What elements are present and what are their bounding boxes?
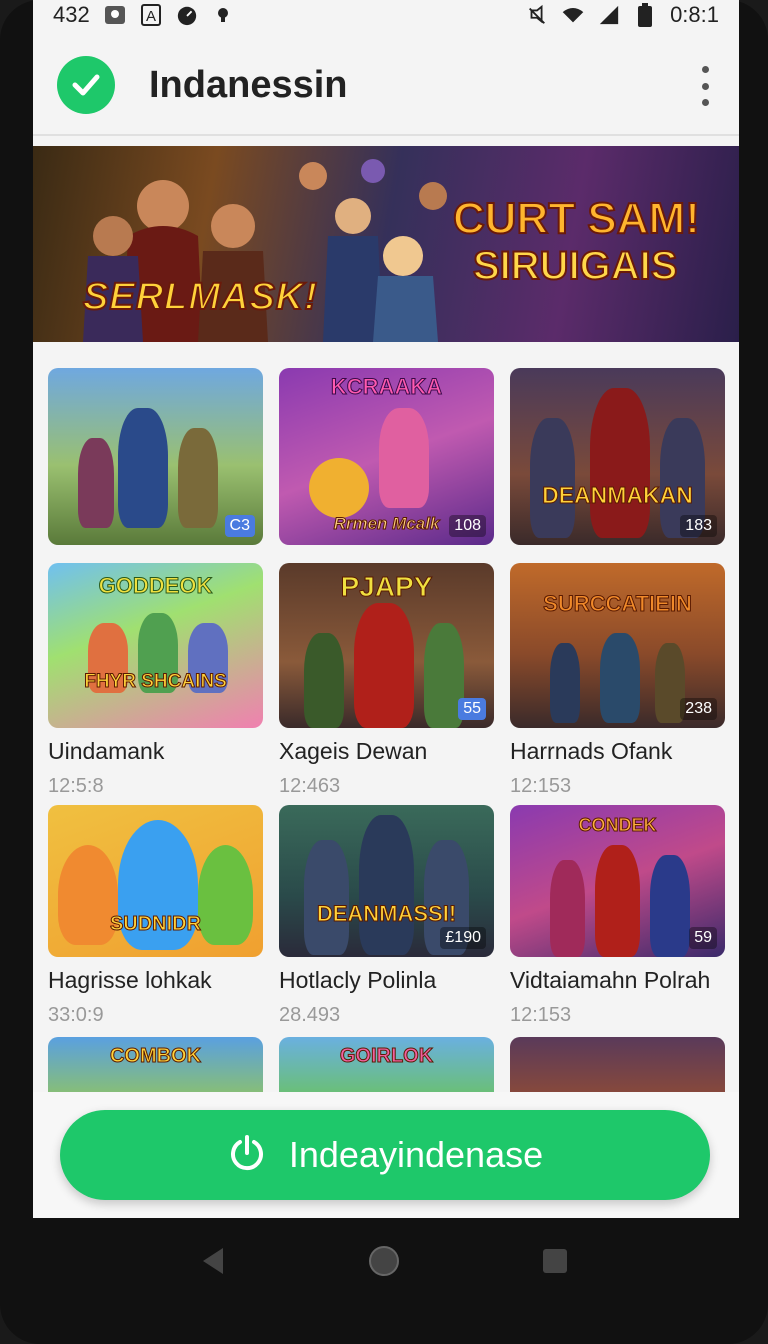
- card-art-title: PJAPY: [340, 571, 433, 603]
- game-thumbnail[interactable]: DEANMAKAN 183: [510, 368, 725, 545]
- battery-icon: [634, 3, 656, 27]
- game-thumbnail[interactable]: SURCCATIEIN 238: [510, 563, 725, 728]
- wifi-icon: [562, 4, 584, 26]
- card-title: Harrnads Ofank: [510, 738, 673, 764]
- card-title: Hagrisse lohkak: [48, 967, 212, 993]
- badge: 55: [458, 698, 486, 720]
- card-subtitle: 33:0:9: [48, 1004, 104, 1026]
- card-art-subtitle: FHYR SHCAINS: [84, 671, 228, 693]
- game-card[interactable]: DEANMASSI! £190 Hotlacly Polinla 28.493: [279, 805, 494, 1027]
- game-card[interactable]: PJAPY 55 Xageis Dewan 12:463: [279, 563, 494, 798]
- status-bar: 432 A 0:8:1: [33, 0, 739, 30]
- card-subtitle: 12:5:8: [48, 775, 104, 797]
- primary-action-label: Indeayindenase: [288, 1134, 544, 1175]
- system-nav-bar: [0, 1218, 768, 1308]
- game-thumbnail[interactable]: COMBOK: [48, 1037, 263, 1097]
- card-subtitle: 12:463: [279, 775, 341, 797]
- game-thumbnail[interactable]: C3: [48, 368, 263, 545]
- card-art-title: SURCCATIEIN: [543, 591, 693, 617]
- bottom-action-bar: Indeayindenase: [33, 1092, 739, 1218]
- game-card[interactable]: SUDNIDR Hagrisse lohkak 33:0:9: [48, 805, 263, 1027]
- card-art-title: GODDEOK: [98, 573, 213, 599]
- check-icon: [57, 56, 115, 114]
- signal-icon: [598, 4, 620, 26]
- game-card[interactable]: SURCCATIEIN 238 Harrnads Ofank 12:153: [510, 563, 725, 798]
- game-card[interactable]: [510, 1037, 725, 1097]
- game-card[interactable]: KCRAAKA Rrmen Mcalk 108: [279, 368, 494, 545]
- card-art-title: COMBOK: [109, 1045, 202, 1068]
- card-art-title: DEANMAKAN: [542, 482, 694, 509]
- card-subtitle: 12:153: [510, 775, 572, 797]
- back-icon[interactable]: [199, 1246, 227, 1281]
- app-bar: Indanessin: [33, 36, 739, 136]
- badge: 238: [680, 698, 717, 720]
- power-icon: [227, 1133, 267, 1178]
- game-thumbnail[interactable]: GOIRLOK: [279, 1037, 494, 1097]
- card-subtitle: 28.493: [279, 1004, 341, 1026]
- badge: 108: [449, 515, 486, 537]
- home-icon[interactable]: [367, 1244, 401, 1283]
- screen: 432 A 0:8:1 Indanessin SERLMASK! CURT SA…: [33, 0, 739, 1218]
- card-art-title: CONDEK: [578, 815, 657, 836]
- card-art-title: SUDNIDR: [109, 913, 202, 936]
- card-title: Hotlacly Polinla: [279, 967, 437, 993]
- app-title: Indanessin: [149, 63, 348, 106]
- recents-icon[interactable]: [541, 1247, 569, 1280]
- status-time: 0:8:1: [670, 2, 719, 27]
- banner-left-text: SERLMASK!: [82, 275, 318, 319]
- mute-icon: [526, 4, 548, 26]
- card-subtitle: 12:153: [510, 1004, 572, 1026]
- game-thumbnail[interactable]: SUDNIDR: [48, 805, 263, 957]
- timer-icon: [176, 4, 198, 26]
- game-thumbnail[interactable]: GODDEOK FHYR SHCAINS: [48, 563, 263, 728]
- banner-subheadline: SIRUIGAIS: [472, 243, 678, 289]
- badge: 59: [689, 927, 717, 949]
- phone-frame: 432 A 0:8:1 Indanessin SERLMASK! CURT SA…: [0, 0, 768, 1344]
- card-art-title: DEANMASSI!: [316, 901, 457, 927]
- game-card[interactable]: C3: [48, 368, 263, 545]
- game-thumbnail[interactable]: [510, 1037, 725, 1097]
- game-card[interactable]: GODDEOK FHYR SHCAINS Uindamank 12:5:8: [48, 563, 263, 798]
- badge: £190: [440, 927, 486, 949]
- game-card[interactable]: DEANMAKAN 183: [510, 368, 725, 545]
- dot-icon: [212, 4, 234, 26]
- text-icon: A: [140, 4, 162, 26]
- image-icon: [104, 4, 126, 26]
- status-left-text: 432: [53, 2, 90, 27]
- game-card[interactable]: GOIRLOK: [279, 1037, 494, 1097]
- more-vert-icon[interactable]: [693, 66, 717, 106]
- game-thumbnail[interactable]: PJAPY 55: [279, 563, 494, 728]
- game-thumbnail[interactable]: DEANMASSI! £190: [279, 805, 494, 957]
- card-art-title: KCRAAKA: [330, 374, 443, 400]
- game-thumbnail[interactable]: KCRAAKA Rrmen Mcalk 108: [279, 368, 494, 545]
- hero-banner[interactable]: SERLMASK! CURT SAM! SIRUIGAIS: [33, 146, 739, 342]
- game-card[interactable]: COMBOK: [48, 1037, 263, 1097]
- badge: C3: [224, 515, 255, 537]
- card-title: Vidtaiamahn Polrah: [510, 967, 711, 993]
- card-title: Uindamank: [48, 738, 165, 764]
- card-title: Xageis Dewan: [279, 738, 428, 764]
- primary-action-button[interactable]: Indeayindenase: [60, 1110, 710, 1200]
- svg-text:A: A: [146, 8, 156, 25]
- card-art-title: GOIRLOK: [339, 1045, 434, 1068]
- game-thumbnail[interactable]: CONDEK 59: [510, 805, 725, 957]
- banner-headline: CURT SAM!: [452, 193, 701, 244]
- game-card[interactable]: CONDEK 59 Vidtaiamahn Polrah 12:153: [510, 805, 725, 1027]
- badge: 183: [680, 515, 717, 537]
